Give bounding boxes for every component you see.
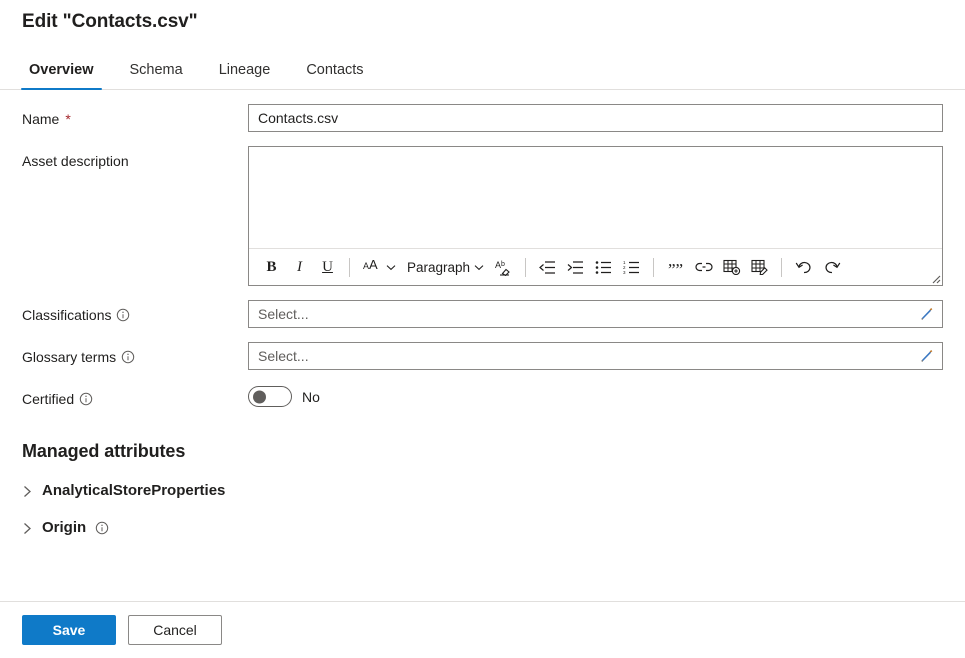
chevron-right-icon (22, 485, 33, 496)
overview-form: Name * Asset description B I U (0, 104, 965, 536)
glossary-terms-label-group: Glossary terms (22, 342, 248, 365)
chevron-right-icon (22, 522, 33, 533)
edit-pencil-icon[interactable] (920, 349, 934, 363)
glossary-terms-field-wrap: Select... (248, 342, 943, 370)
bold-button[interactable]: B (258, 254, 285, 281)
clear-formatting-icon[interactable]: A b (490, 254, 517, 281)
svg-text:A: A (369, 257, 378, 272)
field-row-certified: Certified No (22, 384, 943, 407)
name-input[interactable] (248, 104, 943, 132)
certified-toggle-wrap: No (248, 384, 943, 407)
numbered-list-icon[interactable]: 1 2 3 (618, 254, 645, 281)
edit-asset-dialog: Edit "Contacts.csv" Overview Schema Line… (0, 0, 965, 658)
asset-description-label: Asset description (22, 153, 129, 169)
editor-resize-grip[interactable] (928, 271, 941, 284)
tab-schema[interactable]: Schema (120, 62, 193, 89)
insert-table-icon[interactable] (718, 254, 745, 281)
edit-table-icon[interactable] (746, 254, 773, 281)
edit-pencil-icon[interactable] (920, 307, 934, 321)
expander-title: Origin (42, 519, 86, 536)
outdent-icon[interactable] (534, 254, 561, 281)
certified-field-wrap: No (248, 384, 943, 407)
quote-icon[interactable]: ”” (662, 254, 689, 281)
field-row-asset-description: Asset description B I U A (22, 146, 943, 286)
svg-text:b: b (501, 261, 505, 268)
cancel-button[interactable]: Cancel (128, 615, 222, 645)
paragraph-style-label: Paragraph (407, 260, 470, 275)
svg-text:3: 3 (623, 270, 626, 275)
tab-overview[interactable]: Overview (19, 62, 104, 89)
expander-title: AnalyticalStoreProperties (42, 482, 225, 499)
info-icon[interactable] (95, 521, 109, 535)
font-size-button[interactable]: A A (358, 254, 401, 281)
classifications-label: Classifications (22, 307, 111, 323)
expander-origin[interactable]: Origin (22, 519, 943, 536)
asset-description-label-group: Asset description (22, 146, 248, 169)
tab-lineage-label: Lineage (219, 62, 271, 78)
glossary-terms-label: Glossary terms (22, 349, 116, 365)
asset-description-textarea[interactable] (249, 147, 942, 248)
chevron-down-icon (386, 258, 396, 276)
field-row-glossary-terms: Glossary terms Select... (22, 342, 943, 370)
italic-button[interactable]: I (286, 254, 313, 281)
toggle-knob (253, 390, 266, 403)
classifications-placeholder: Select... (258, 306, 309, 322)
field-row-classifications: Classifications Select... (22, 300, 943, 328)
name-label: Name (22, 111, 59, 127)
font-size-icon: A A (363, 257, 382, 277)
info-icon[interactable] (116, 308, 130, 322)
info-icon[interactable] (121, 350, 135, 364)
tab-overview-label: Overview (29, 62, 94, 78)
chevron-down-icon (474, 258, 484, 276)
toolbar-separator (653, 258, 654, 277)
tab-list: Overview Schema Lineage Contacts (0, 44, 965, 90)
rich-text-editor: B I U A A (248, 146, 943, 286)
glossary-terms-picker[interactable]: Select... (248, 342, 943, 370)
undo-icon[interactable] (790, 254, 817, 281)
tab-schema-label: Schema (130, 62, 183, 78)
toolbar-separator (349, 258, 350, 277)
expander-analyticalstoreproperties[interactable]: AnalyticalStoreProperties (22, 482, 943, 499)
name-field-wrap (248, 104, 943, 132)
dialog-footer: Save Cancel (0, 602, 965, 658)
dialog-title-bar: Edit "Contacts.csv" (0, 0, 965, 44)
toolbar-separator (781, 258, 782, 277)
glossary-terms-placeholder: Select... (258, 348, 309, 364)
info-icon[interactable] (79, 392, 93, 406)
classifications-label-group: Classifications (22, 300, 248, 323)
name-label-group: Name * (22, 104, 248, 127)
required-marker: * (65, 111, 70, 127)
link-icon[interactable] (690, 254, 717, 281)
indent-icon[interactable] (562, 254, 589, 281)
paragraph-style-dropdown[interactable]: Paragraph (402, 254, 489, 281)
classifications-field-wrap: Select... (248, 300, 943, 328)
underline-button[interactable]: U (314, 254, 341, 281)
certified-label-group: Certified (22, 384, 248, 407)
toolbar-separator (525, 258, 526, 277)
redo-icon[interactable] (818, 254, 845, 281)
rich-text-toolbar: B I U A A (249, 248, 942, 285)
tab-lineage[interactable]: Lineage (209, 62, 281, 89)
save-button[interactable]: Save (22, 615, 116, 645)
tab-contacts-label: Contacts (306, 62, 363, 78)
certified-toggle[interactable] (248, 386, 292, 407)
tab-contacts[interactable]: Contacts (296, 62, 373, 89)
field-row-name: Name * (22, 104, 943, 132)
classifications-picker[interactable]: Select... (248, 300, 943, 328)
certified-label: Certified (22, 391, 74, 407)
bulleted-list-icon[interactable] (590, 254, 617, 281)
managed-attributes-heading: Managed attributes (22, 441, 943, 462)
asset-description-field-wrap: B I U A A (248, 146, 943, 286)
page-title: Edit "Contacts.csv" (22, 11, 198, 33)
certified-state-label: No (302, 389, 320, 405)
